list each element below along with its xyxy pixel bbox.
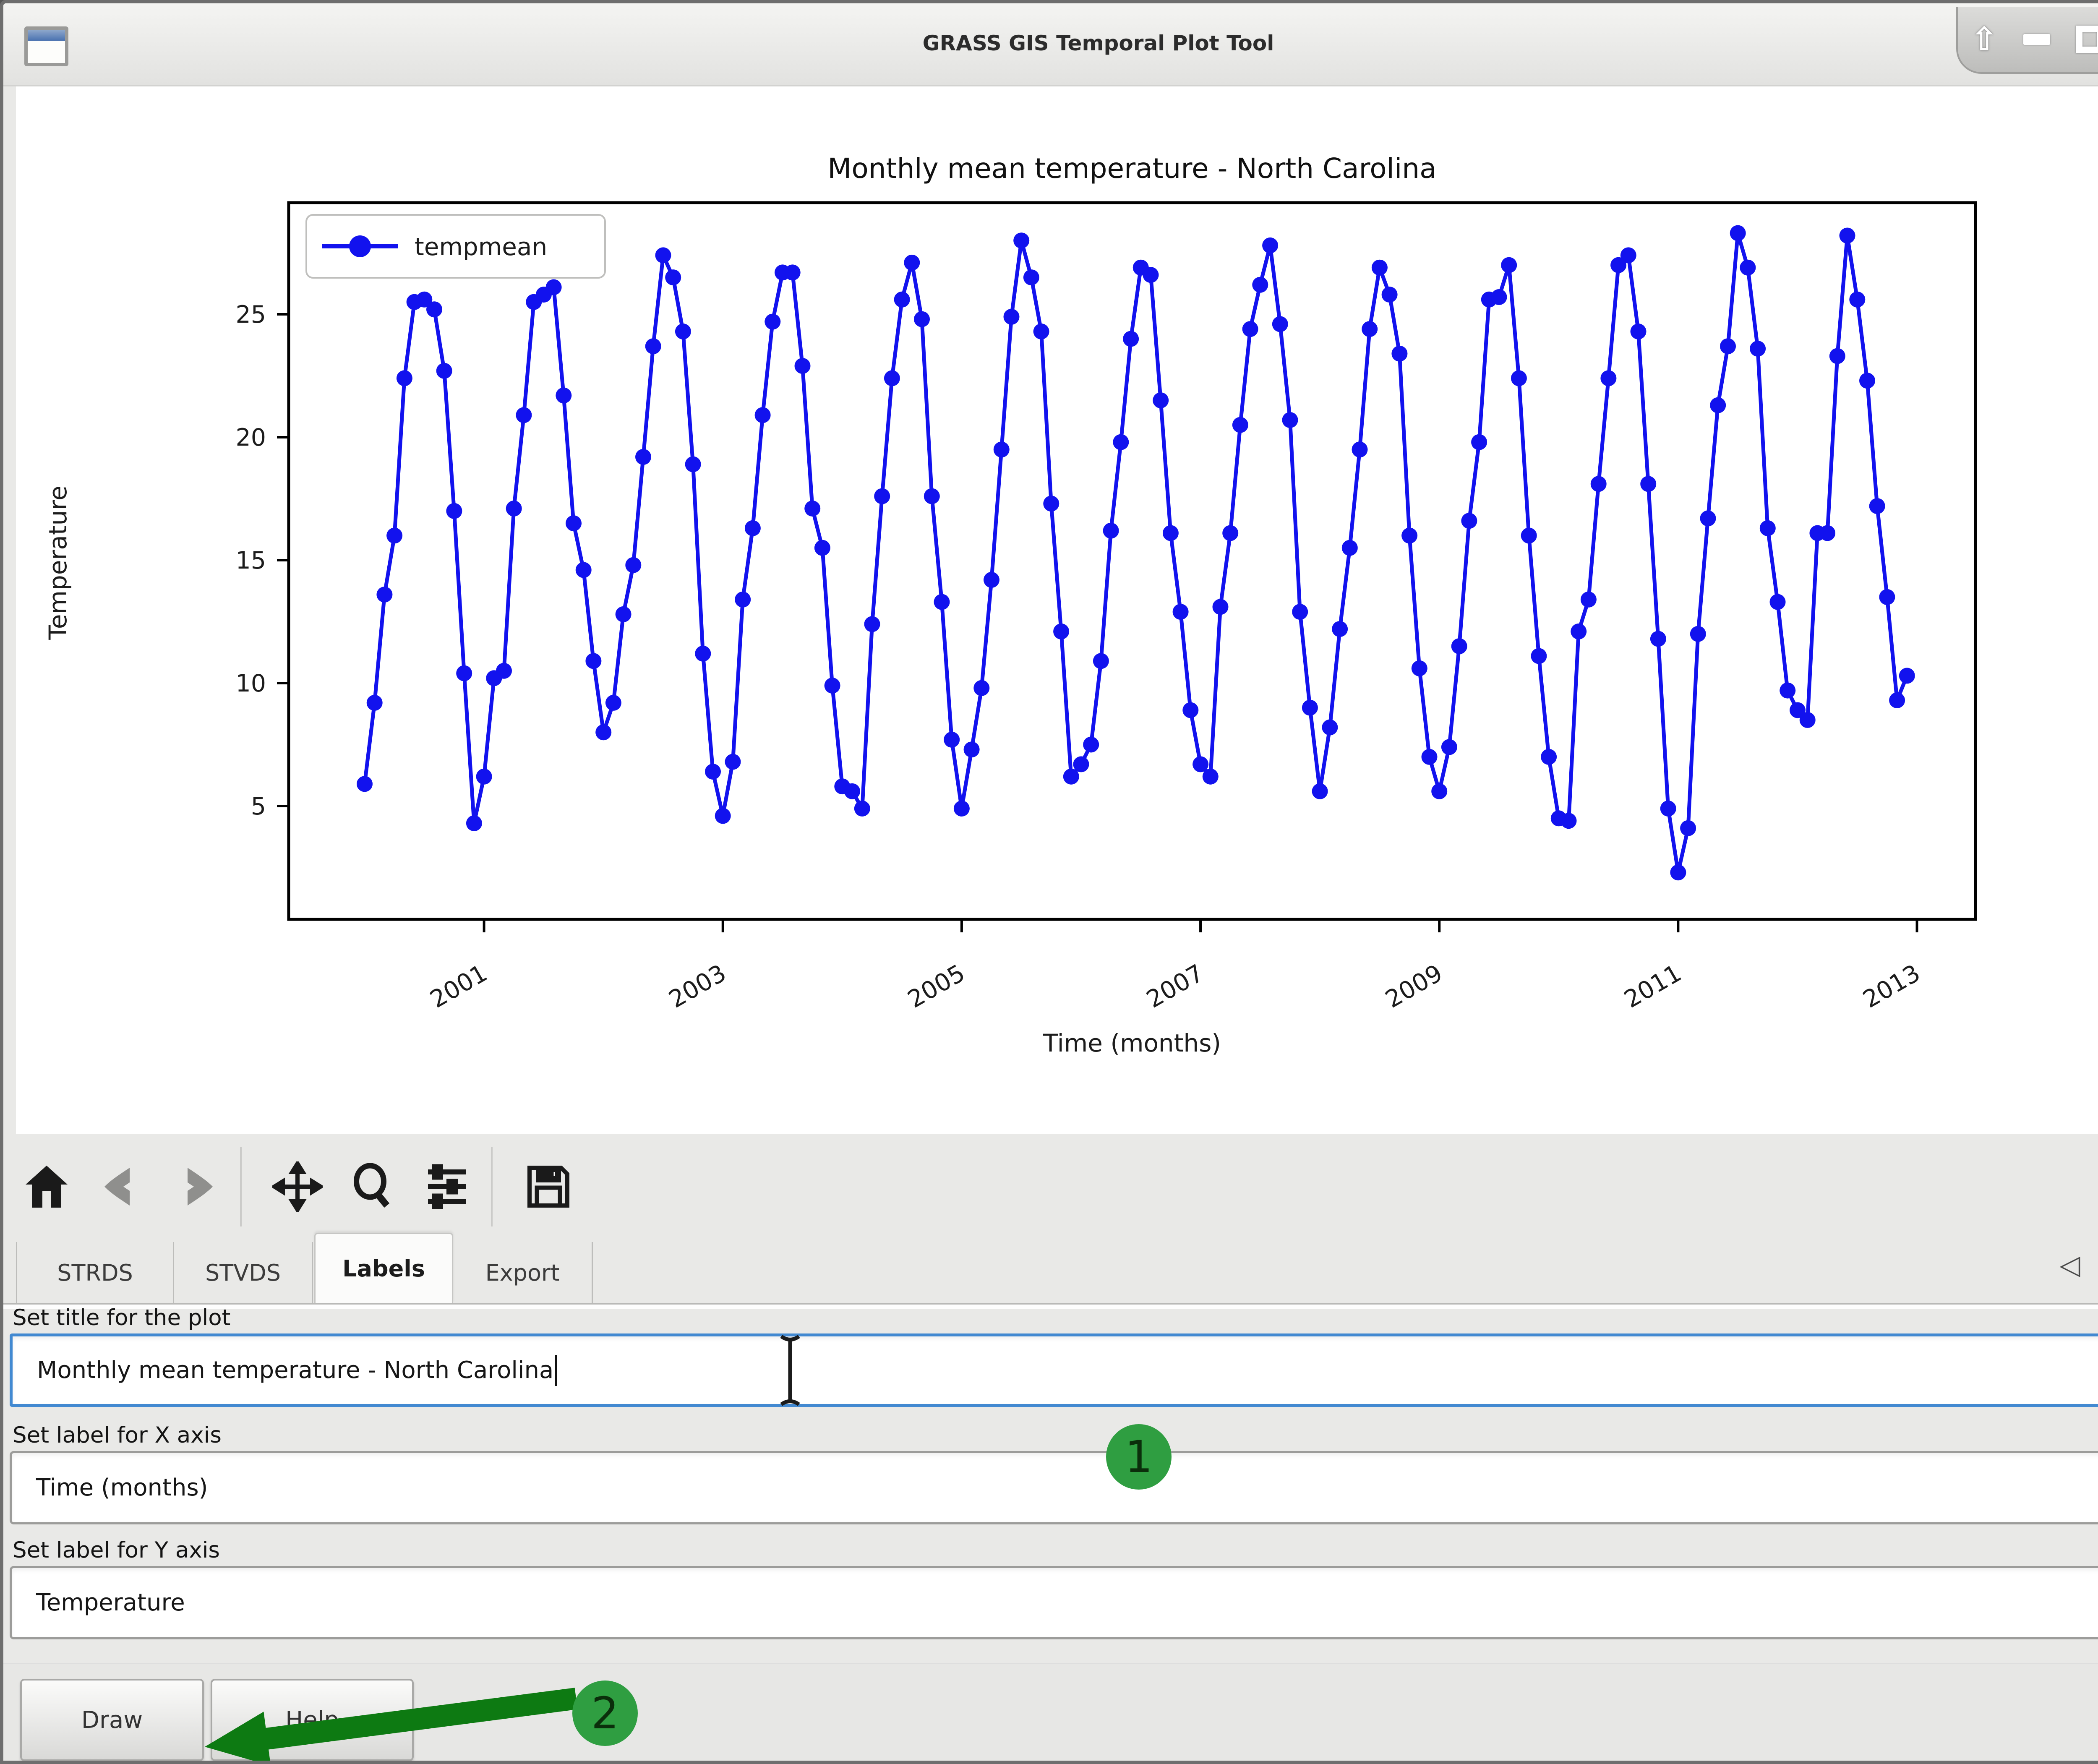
yaxis-input-value: Temperature <box>36 1589 185 1616</box>
plot-toolbar <box>3 1134 2098 1239</box>
svg-text:2009: 2009 <box>1381 959 1448 1014</box>
pan-icon[interactable] <box>266 1151 329 1222</box>
svg-text:10: 10 <box>235 670 266 697</box>
save-icon[interactable] <box>517 1151 580 1222</box>
tab-labels-label: Labels <box>342 1255 425 1282</box>
svg-text:2013: 2013 <box>1858 959 1925 1014</box>
tabs-scroll-left-icon[interactable]: ◁ <box>2051 1242 2089 1288</box>
tab-strds[interactable]: STRDS <box>16 1242 174 1303</box>
yaxis-input[interactable]: Temperature <box>10 1566 2098 1639</box>
forward-icon[interactable] <box>164 1151 227 1222</box>
mouse-cursor-ibeam <box>771 1333 809 1408</box>
titlebar[interactable]: GRASS GIS Temporal Plot Tool ⇧ ✕ <box>3 3 2098 86</box>
zoom-icon[interactable] <box>341 1151 404 1222</box>
step-1-badge: 1 <box>1106 1424 1172 1490</box>
tab-stvds-label: STVDS <box>205 1260 281 1286</box>
tab-strds-label: STRDS <box>57 1260 133 1286</box>
notebook-tabbar: STRDS STVDS Labels Export <box>3 1233 2098 1303</box>
xaxis-input[interactable]: Time (months) <box>10 1451 2098 1524</box>
svg-text:2001: 2001 <box>425 959 492 1014</box>
app-window: GRASS GIS Temporal Plot Tool ⇧ ✕ 5 10 15 20… <box>0 0 2098 1764</box>
temporal-plot: 5 10 15 20 25 2001 2003 2005 2007 2009 2011 2013 tem… <box>16 86 2098 1134</box>
title-input-value: Monthly mean temperature - North Carolin… <box>37 1357 553 1384</box>
svg-text:2005: 2005 <box>903 959 970 1014</box>
svg-text:tempmean: tempmean <box>415 232 547 261</box>
back-icon[interactable] <box>90 1151 153 1222</box>
minimize-icon[interactable] <box>2014 16 2060 63</box>
svg-text:2011: 2011 <box>1620 959 1686 1014</box>
home-icon[interactable] <box>15 1151 78 1222</box>
title-input[interactable]: Monthly mean temperature - North Carolin… <box>10 1333 2098 1407</box>
configure-subplots-icon[interactable] <box>415 1151 478 1222</box>
svg-text:20: 20 <box>235 424 266 451</box>
footer-bar: Draw Help <box>3 1663 2098 1764</box>
svg-text:Temperature: Temperature <box>44 485 72 640</box>
svg-text:Time (months): Time (months) <box>1043 1029 1221 1057</box>
window-title: GRASS GIS Temporal Plot Tool <box>3 3 2098 83</box>
maximize-icon[interactable] <box>2067 16 2098 63</box>
svg-text:2007: 2007 <box>1142 959 1208 1014</box>
tab-export-label: Export <box>485 1260 560 1286</box>
tab-stvds[interactable]: STVDS <box>174 1242 313 1303</box>
xaxis-input-value: Time (months) <box>36 1474 208 1501</box>
title-field-label: Set title for the plot <box>13 1305 230 1331</box>
shade-window-icon[interactable]: ⇧ <box>1961 16 2007 63</box>
help-button-label: Help <box>285 1707 339 1734</box>
tab-labels[interactable]: Labels <box>314 1233 453 1303</box>
window-controls: ⇧ ✕ <box>1956 7 2098 74</box>
svg-text:Monthly mean temperature - Nor: Monthly mean temperature - North Carolin… <box>827 152 1436 185</box>
yaxis-field-label: Set label for Y axis <box>13 1537 220 1563</box>
svg-text:15: 15 <box>235 547 266 574</box>
svg-text:2003: 2003 <box>664 959 731 1014</box>
tab-content-divider <box>3 1303 2098 1309</box>
draw-button[interactable]: Draw <box>20 1679 204 1761</box>
xaxis-field-label: Set label for X axis <box>13 1422 222 1448</box>
draw-button-label: Draw <box>81 1707 143 1734</box>
tab-export[interactable]: Export <box>453 1242 593 1303</box>
svg-text:5: 5 <box>251 793 266 820</box>
figure-canvas[interactable]: 5 10 15 20 25 2001 2003 2005 2007 2009 2011 2013 tem… <box>16 86 2098 1134</box>
help-button[interactable]: Help <box>211 1679 414 1761</box>
step-2-badge: 2 <box>572 1680 638 1746</box>
toolbar-separator <box>491 1147 493 1226</box>
toolbar-separator <box>240 1147 242 1226</box>
svg-text:25: 25 <box>235 301 266 329</box>
text-caret <box>555 1355 557 1386</box>
